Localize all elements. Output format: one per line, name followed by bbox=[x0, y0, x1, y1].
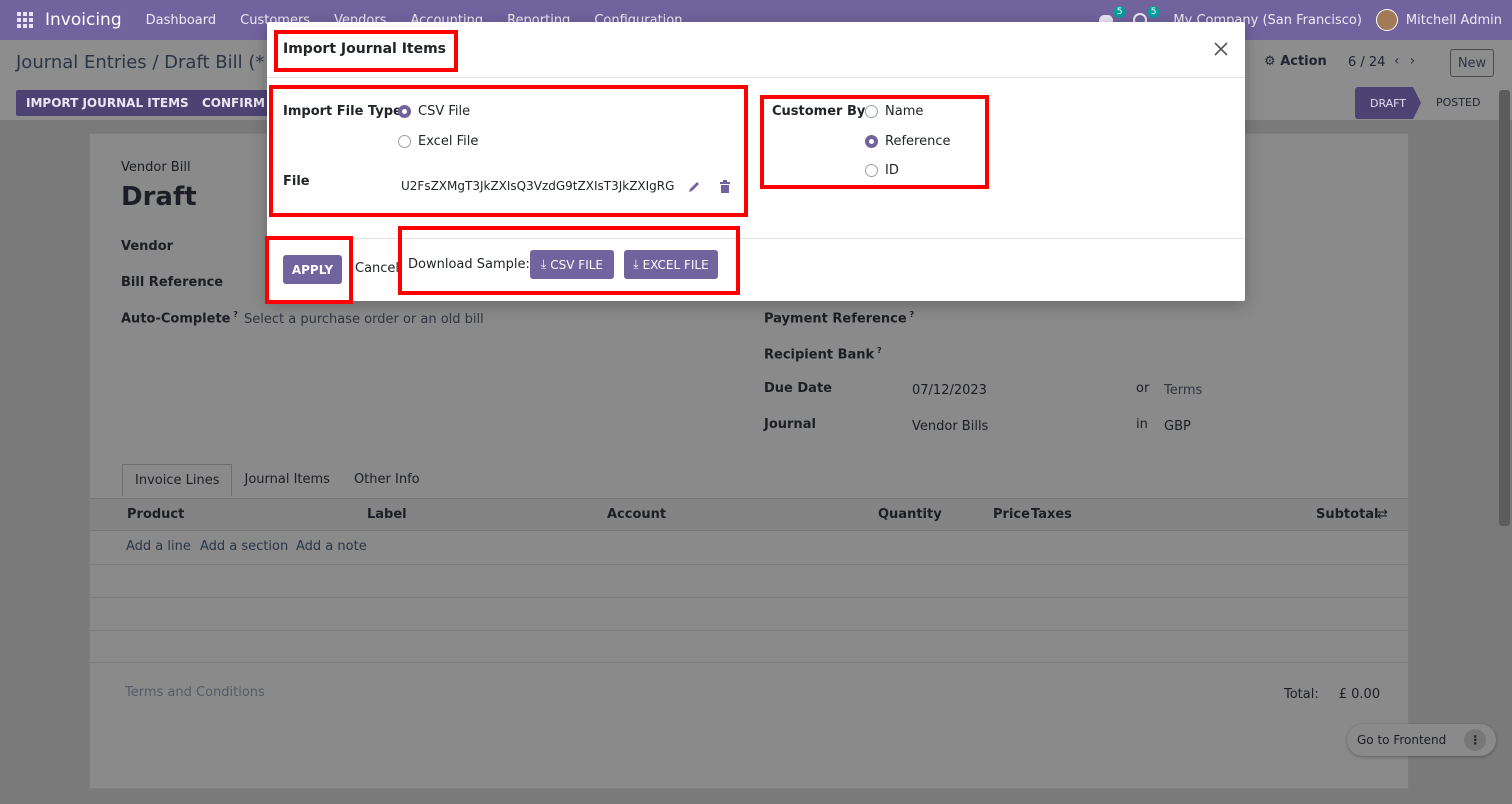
tab-journal-items[interactable]: Journal Items bbox=[232, 464, 341, 496]
add-note-link[interactable]: Add a note bbox=[296, 539, 367, 554]
confirm-button[interactable]: CONFIRM bbox=[192, 90, 275, 116]
payment-reference-label: Payment Reference ? bbox=[764, 310, 915, 327]
col-account[interactable]: Account bbox=[607, 507, 666, 522]
annotation-box-title bbox=[274, 30, 458, 72]
lines-table-header: Product Label Account Quantity Price Tax… bbox=[90, 498, 1408, 531]
notebook-tabs: Invoice Lines Journal Items Other Info bbox=[122, 464, 432, 496]
bill-reference-label: Bill Reference bbox=[121, 275, 224, 290]
more-vertical-icon[interactable]: ⋮ bbox=[1464, 729, 1487, 751]
annotation-box-customer-by bbox=[760, 95, 989, 189]
table-row bbox=[90, 662, 1408, 663]
annotation-box-download-sample bbox=[398, 226, 740, 295]
tab-invoice-lines[interactable]: Invoice Lines bbox=[122, 464, 233, 496]
pager-value[interactable]: 6 / 24 bbox=[1348, 55, 1385, 70]
col-product[interactable]: Product bbox=[127, 507, 184, 522]
table-row bbox=[90, 630, 1408, 631]
or-label: or bbox=[1136, 381, 1150, 396]
journal-input[interactable]: Vendor Bills bbox=[912, 419, 988, 434]
annotation-box-apply bbox=[265, 236, 353, 304]
app-brand[interactable]: Invoicing bbox=[45, 10, 122, 30]
breadcrumb[interactable]: Journal Entries / Draft Bill (* 6) bbox=[16, 52, 289, 73]
vendor-label: Vendor bbox=[121, 239, 174, 254]
close-icon[interactable] bbox=[1212, 40, 1230, 58]
col-label[interactable]: Label bbox=[367, 507, 407, 522]
auto-complete-label: Auto-Complete ? bbox=[121, 310, 238, 327]
record-title: Draft bbox=[121, 182, 197, 212]
chevron-left-icon[interactable]: ‹ bbox=[1394, 53, 1410, 69]
add-line-link[interactable]: Add a line bbox=[126, 539, 191, 554]
scrollbar[interactable] bbox=[1499, 90, 1510, 526]
col-taxes[interactable]: Taxes bbox=[1031, 507, 1072, 522]
due-date-input[interactable]: 07/12/2023 bbox=[912, 383, 987, 398]
add-section-link[interactable]: Add a section bbox=[200, 539, 288, 554]
auto-complete-input[interactable]: Select a purchase order or an old bill bbox=[244, 312, 484, 327]
import-journal-items-button[interactable]: IMPORT JOURNAL ITEMS bbox=[16, 90, 199, 116]
avatar[interactable] bbox=[1375, 9, 1398, 31]
col-price[interactable]: Price bbox=[993, 507, 1030, 522]
terms-conditions-input[interactable]: Terms and Conditions bbox=[125, 685, 265, 700]
recipient-bank-label: Recipient Bank ? bbox=[764, 346, 882, 363]
due-date-label: Due Date bbox=[764, 381, 832, 396]
menu-dashboard[interactable]: Dashboard bbox=[146, 13, 217, 28]
tab-other-info[interactable]: Other Info bbox=[342, 464, 432, 496]
table-row bbox=[90, 597, 1408, 598]
col-quantity[interactable]: Quantity bbox=[878, 507, 942, 522]
new-record-button[interactable]: New bbox=[1450, 49, 1494, 77]
currency-input[interactable]: GBP bbox=[1164, 419, 1191, 434]
apps-menu-icon[interactable] bbox=[17, 12, 33, 28]
cancel-button[interactable]: Cancel bbox=[355, 261, 399, 276]
optional-columns-icon[interactable]: ⇄ bbox=[1377, 507, 1388, 522]
in-label: in bbox=[1136, 417, 1148, 432]
go-frontend-label: Go to Frontend bbox=[1357, 733, 1447, 747]
go-to-frontend-button[interactable]: Go to Frontend ⋮ bbox=[1347, 724, 1497, 756]
payment-terms-input[interactable]: Terms bbox=[1164, 383, 1202, 398]
move-type-label: Vendor Bill bbox=[121, 160, 191, 175]
total-amount: Total: £ 0.00 bbox=[1284, 687, 1381, 702]
table-row bbox=[90, 564, 1408, 565]
pager-arrows: ‹› bbox=[1394, 53, 1425, 69]
activity-count-badge: 5 bbox=[1147, 6, 1160, 18]
status-posted[interactable]: POSTED bbox=[1436, 96, 1480, 109]
chat-count-badge: 5 bbox=[1113, 6, 1126, 18]
chevron-right-icon[interactable]: › bbox=[1410, 53, 1426, 69]
user-menu[interactable]: Mitchell Admin bbox=[1406, 13, 1502, 28]
journal-label: Journal bbox=[764, 417, 816, 432]
action-label: Action bbox=[1280, 54, 1327, 69]
action-menu-button[interactable]: ⚙ Action bbox=[1264, 54, 1327, 69]
col-subtotal[interactable]: Subtotal bbox=[1316, 507, 1379, 522]
gear-icon: ⚙ bbox=[1264, 54, 1276, 69]
status-draft[interactable]: DRAFT bbox=[1355, 87, 1421, 119]
annotation-box-file-settings bbox=[269, 85, 748, 217]
